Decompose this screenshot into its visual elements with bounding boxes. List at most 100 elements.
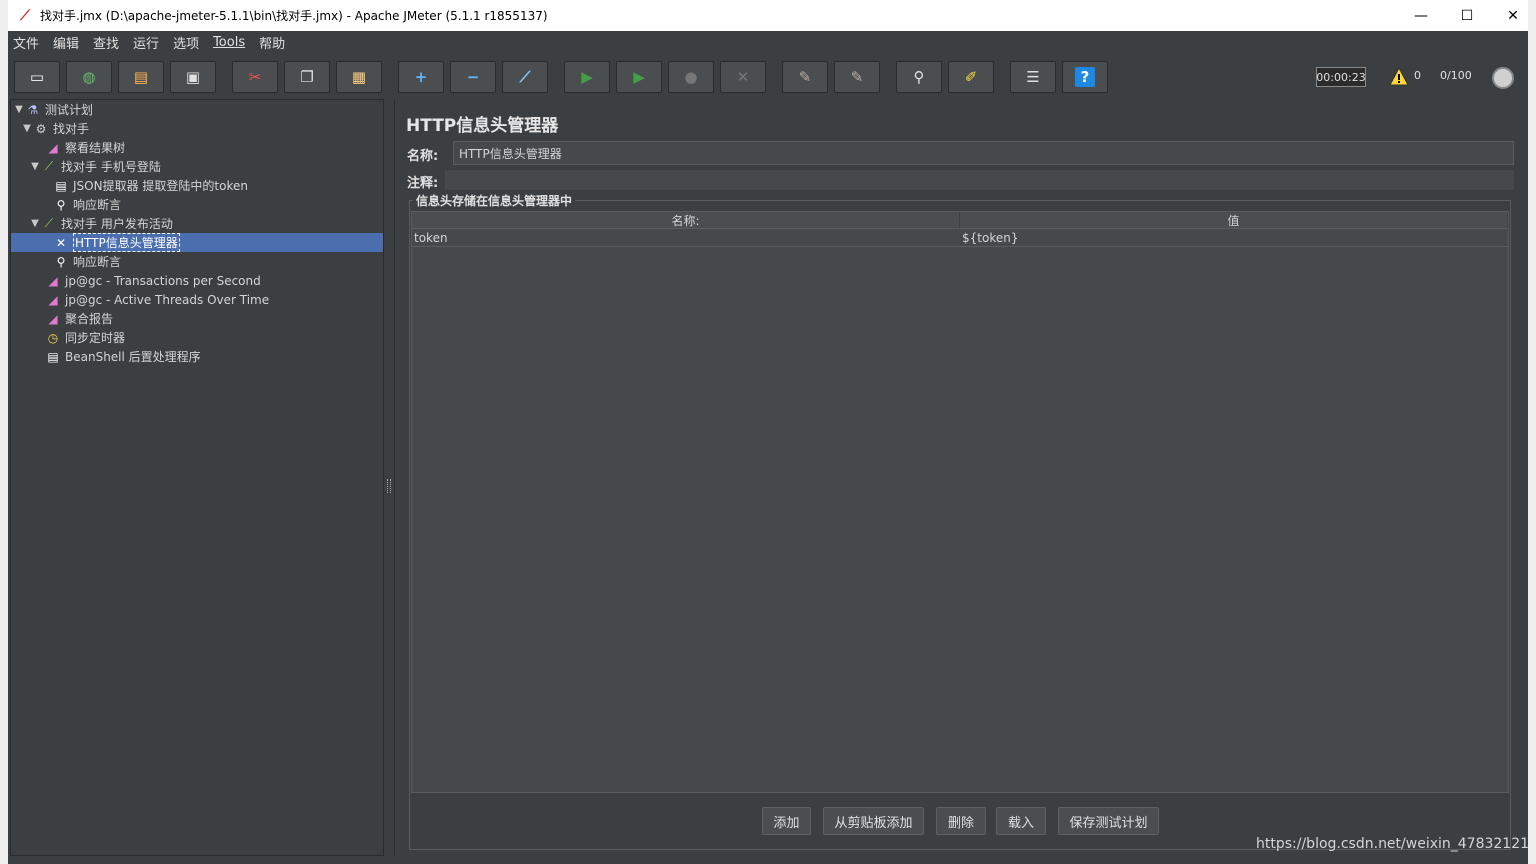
- help-icon: ?: [1075, 67, 1095, 87]
- tree-node-response-assertion[interactable]: ⚲ 响应断言: [53, 195, 121, 214]
- collapse-button[interactable]: −: [450, 61, 496, 93]
- tree-node-view-results-tree[interactable]: ◢ 察看结果树: [45, 138, 125, 157]
- test-plan-icon: ⚗: [27, 102, 39, 117]
- cut-icon: ✂: [248, 68, 262, 86]
- new-icon: ▭: [29, 68, 45, 86]
- tree-node-label: 找对手 手机号登陆: [61, 160, 161, 174]
- templates-button[interactable]: ◍: [66, 61, 112, 93]
- thread-group-icon: ⚙: [35, 121, 47, 136]
- tree-node-json-extractor[interactable]: ▤ JSON提取器 提取登陆中的token: [53, 176, 248, 195]
- splitter-grip-icon[interactable]: [387, 479, 391, 493]
- expand-button[interactable]: +: [398, 61, 444, 93]
- tree-node-login-sampler[interactable]: ▼ ⟋ 找对手 手机号登陆: [29, 157, 161, 176]
- listener-icon: ◢: [48, 292, 58, 307]
- paste-button[interactable]: ▦: [336, 61, 382, 93]
- menu-file[interactable]: 文件: [13, 33, 39, 52]
- menu-search[interactable]: 查找: [93, 33, 119, 52]
- name-label: 名称:: [407, 149, 439, 164]
- collapse-arrow-icon[interactable]: ▼: [13, 104, 25, 115]
- background-window-edge: [0, 0, 8, 864]
- panel-splitter[interactable]: [384, 99, 394, 856]
- tree-node-label: 聚合报告: [65, 312, 114, 326]
- tree-node-label: 测试计划: [45, 103, 94, 117]
- remote-status-icon: [1492, 67, 1514, 89]
- menu-help[interactable]: 帮助: [259, 33, 285, 52]
- paste-icon: ▦: [351, 68, 367, 86]
- active-threads: 0/100: [1440, 69, 1472, 82]
- clear-all-button[interactable]: ✎: [834, 61, 880, 93]
- background-window-edge-right: [1528, 0, 1536, 864]
- minimize-button[interactable]: —: [1398, 0, 1444, 31]
- name-field[interactable]: HTTP信息头管理器: [453, 141, 1514, 165]
- stop-icon: ●: [684, 68, 698, 86]
- help-button[interactable]: ?: [1062, 61, 1108, 93]
- tree-node-label: BeanShell 后置处理程序: [65, 350, 201, 364]
- jmeter-feather-icon: ⟋: [20, 7, 30, 24]
- assertion-icon: ⚲: [56, 197, 66, 212]
- new-button[interactable]: ▭: [14, 61, 60, 93]
- add-button[interactable]: 添加: [762, 807, 811, 835]
- clear-all-icon: ✎: [850, 68, 864, 86]
- menu-edit[interactable]: 编辑: [53, 33, 79, 52]
- listener-icon: ◢: [48, 273, 58, 288]
- copy-icon: ❐: [300, 68, 314, 86]
- shutdown-button[interactable]: ✕: [720, 61, 766, 93]
- tree-node-sync-timer[interactable]: ◷ 同步定时器: [45, 328, 125, 347]
- tree-node-aggregate-report[interactable]: ◢ 聚合报告: [45, 309, 113, 328]
- collapse-icon: −: [466, 68, 480, 86]
- load-button[interactable]: 载入: [996, 807, 1046, 835]
- toolbar: ▭ ◍ ▤ ▣ ✂ ❐ ▦ + − ⟋ ▶ ▶ ● ✕ ✎ ✎ ⚲ ✐ ☰ ? …: [8, 55, 1528, 99]
- function-helper-icon: ☰: [1026, 68, 1040, 86]
- copy-button[interactable]: ❐: [284, 61, 330, 93]
- tree-node-label: 同步定时器: [65, 331, 126, 345]
- open-button[interactable]: ▤: [118, 61, 164, 93]
- tree-node-publish-sampler[interactable]: ▼ ⟋ 找对手 用户发布活动: [29, 214, 173, 233]
- header-name-cell[interactable]: token: [412, 229, 960, 246]
- headers-table[interactable]: 名称: 值 token ${token}: [411, 211, 1509, 793]
- comment-field[interactable]: [445, 170, 1514, 190]
- collapse-arrow-icon[interactable]: ▼: [21, 123, 33, 134]
- tree-node-response-assertion-2[interactable]: ⚲ 响应断言: [53, 252, 121, 271]
- search-button[interactable]: ⚲: [896, 61, 942, 93]
- save-button[interactable]: ▣: [170, 61, 216, 93]
- tree-node-active-threads-listener[interactable]: ◢ jp@gc - Active Threads Over Time: [45, 290, 269, 309]
- listener-icon: ◢: [48, 140, 58, 155]
- maximize-button[interactable]: ☐: [1444, 0, 1490, 31]
- tree-node-label: jp@gc - Active Threads Over Time: [65, 292, 270, 307]
- tree-node-http-header-manager[interactable]: ✕ HTTP信息头管理器: [53, 233, 180, 252]
- reset-search-button[interactable]: ✐: [948, 61, 994, 93]
- reset-search-icon: ✐: [964, 68, 978, 86]
- tree-node-label: JSON提取器 提取登陆中的token: [73, 179, 248, 193]
- start-no-pause-button[interactable]: ▶: [616, 61, 662, 93]
- tree-node-thread-group[interactable]: ▼ ⚙ 找对手: [21, 119, 89, 138]
- menu-run[interactable]: 运行: [133, 33, 159, 52]
- cut-button[interactable]: ✂: [232, 61, 278, 93]
- delete-button[interactable]: 删除: [936, 807, 986, 835]
- header-value-cell[interactable]: ${token}: [960, 229, 1508, 246]
- stop-button[interactable]: ●: [668, 61, 714, 93]
- menu-bar: 文件 编辑 查找 运行 选项 Tools 帮助: [8, 31, 1528, 53]
- toggle-button[interactable]: ⟋: [502, 61, 548, 93]
- extractor-icon: ▤: [55, 178, 67, 193]
- tree-node-beanshell-postprocessor[interactable]: ▤ BeanShell 后置处理程序: [45, 347, 201, 366]
- save-icon: ▣: [185, 68, 201, 86]
- menu-options[interactable]: 选项: [173, 33, 199, 52]
- shutdown-icon: ✕: [736, 68, 750, 86]
- start-button[interactable]: ▶: [564, 61, 610, 93]
- sampler-icon: ⟋: [44, 216, 54, 230]
- tree-node-test-plan[interactable]: ▼ ⚗ 测试计划: [13, 100, 93, 119]
- add-from-clipboard-button[interactable]: 从剪贴板添加: [823, 807, 924, 835]
- column-header-name[interactable]: 名称:: [412, 212, 960, 229]
- group-title: 信息头存储在信息头管理器中: [413, 192, 576, 209]
- close-button[interactable]: ✕: [1490, 0, 1536, 31]
- save-test-plan-button[interactable]: 保存测试计划: [1058, 807, 1159, 835]
- assertion-icon: ⚲: [56, 254, 66, 269]
- function-helper-button[interactable]: ☰: [1010, 61, 1056, 93]
- collapse-arrow-icon[interactable]: ▼: [29, 161, 41, 172]
- clear-button[interactable]: ✎: [782, 61, 828, 93]
- menu-tools[interactable]: Tools: [213, 35, 245, 50]
- column-header-value[interactable]: 值: [960, 212, 1508, 229]
- collapse-arrow-icon[interactable]: ▼: [29, 218, 41, 229]
- tree-node-tps-listener[interactable]: ◢ jp@gc - Transactions per Second: [45, 271, 260, 290]
- warning-icon[interactable]: [1389, 67, 1409, 87]
